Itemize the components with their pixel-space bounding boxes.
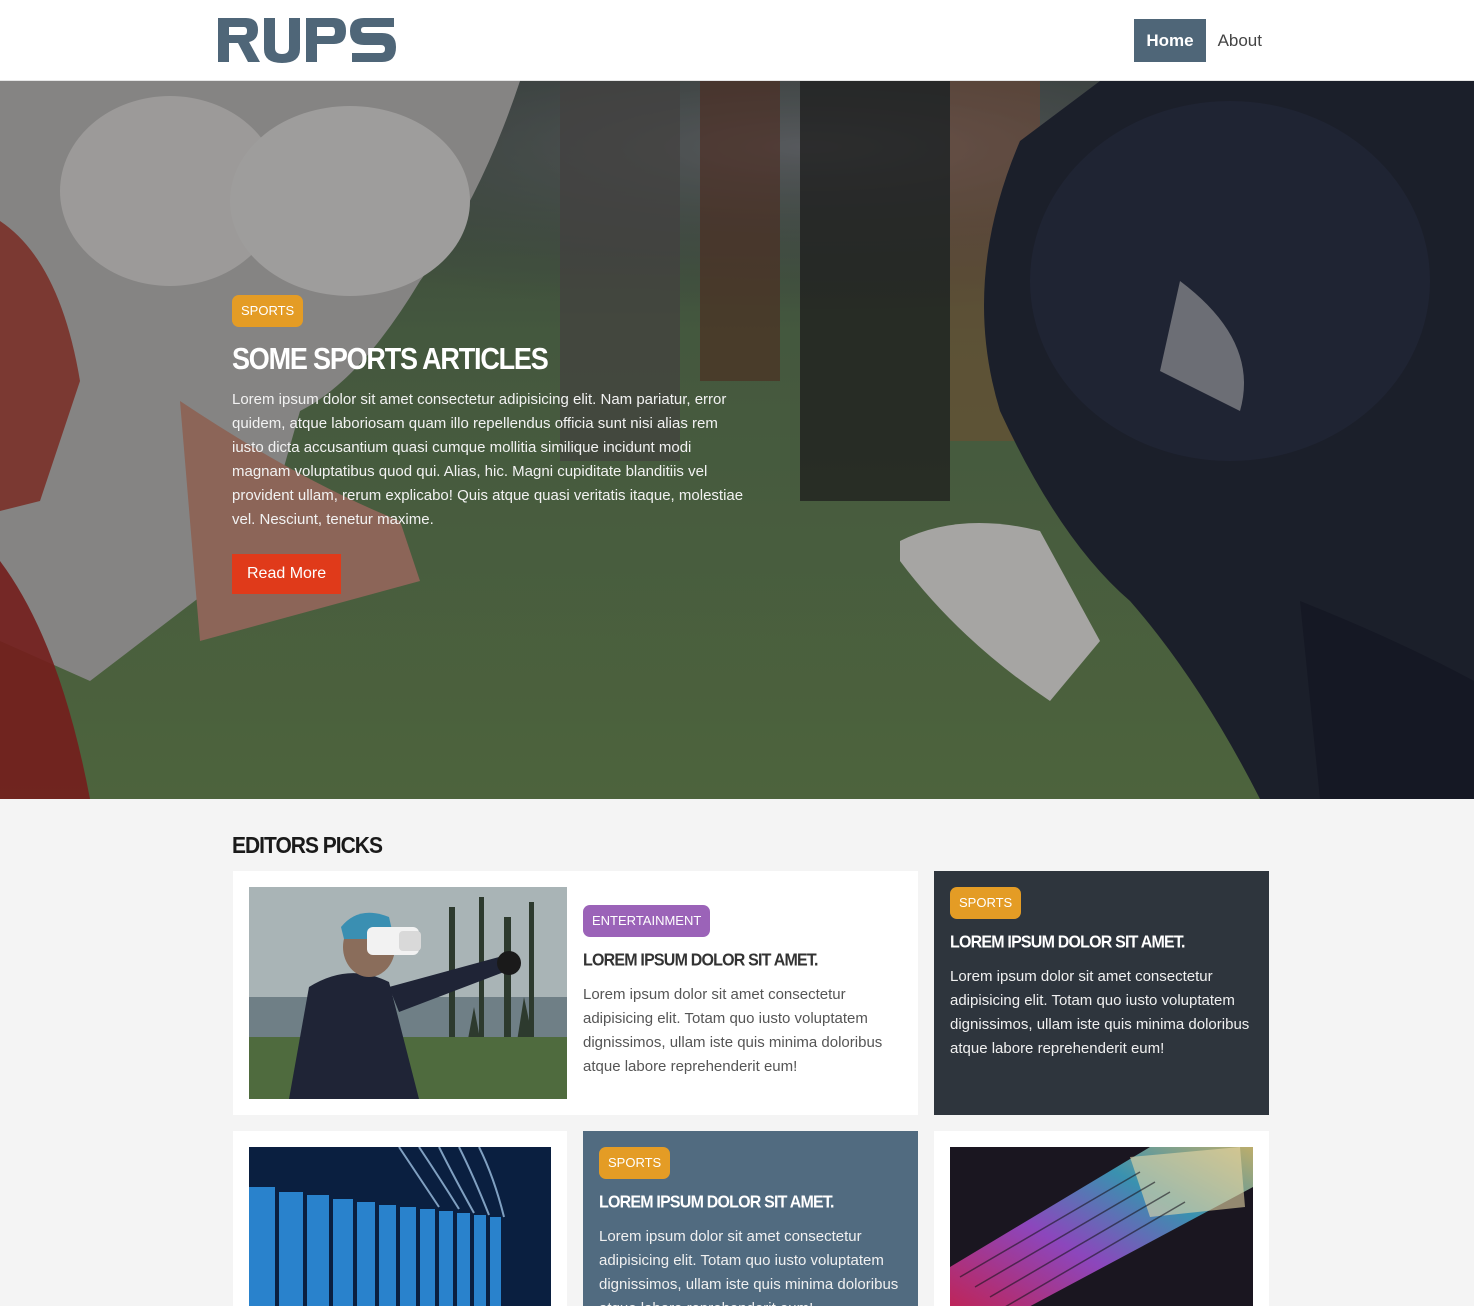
hero-section: SPORTS Some Sports Articles Lorem ipsum … <box>0 81 1474 799</box>
pick-card-title[interactable]: Lorem ipsum dolor sit amet. <box>950 931 1255 955</box>
pick-card-server[interactable] <box>233 1131 567 1306</box>
site-header: Home About <box>0 0 1474 81</box>
entertainment-badge[interactable]: ENTERTAINMENT <box>583 905 711 937</box>
nav-home[interactable]: Home <box>1134 19 1206 62</box>
pick-card-laptop[interactable] <box>934 1131 1269 1306</box>
pick-card-text: Lorem ipsum dolor sit amet consectetur a… <box>599 1228 899 1306</box>
pick-card-title[interactable]: Lorem ipsum dolor sit amet. <box>583 949 903 973</box>
pick-card-body: SPORTS Lorem ipsum dolor sit amet. Lorem… <box>599 1147 904 1306</box>
pick-card-sports-dark[interactable]: SPORTS Lorem ipsum dolor sit amet. Lorem… <box>934 871 1269 1115</box>
read-more-button[interactable]: Read More <box>232 554 342 594</box>
pick-card-text: Lorem ipsum dolor sit amet consectetur a… <box>950 968 1250 1057</box>
rups-logo[interactable] <box>216 12 398 68</box>
pick-card-body: ENTERTAINMENT Lorem ipsum dolor sit amet… <box>583 905 903 1079</box>
pick-card-title[interactable]: Lorem ipsum dolor sit amet. <box>599 1191 904 1215</box>
hero-title: Some Sports Articles <box>232 342 549 376</box>
editors-picks-title: Editors Picks <box>232 833 383 859</box>
vr-headset-image[interactable] <box>249 887 567 1099</box>
sports-badge[interactable]: SPORTS <box>599 1147 671 1179</box>
hero-category-badge[interactable]: SPORTS <box>232 295 304 327</box>
hero-text: Lorem ipsum dolor sit amet consectetur a… <box>232 391 744 528</box>
pick-card-body: SPORTS Lorem ipsum dolor sit amet. Lorem… <box>950 887 1255 1061</box>
main-nav: Home About <box>1134 19 1274 62</box>
hero-content: SPORTS Some Sports Articles Lorem ipsum … <box>232 295 752 594</box>
nav-about[interactable]: About <box>1206 19 1274 62</box>
laptop-keyboard-image[interactable] <box>950 1147 1253 1306</box>
server-rack-image[interactable] <box>249 1147 551 1306</box>
pick-card-entertainment[interactable]: ENTERTAINMENT Lorem ipsum dolor sit amet… <box>233 871 918 1115</box>
pick-card-sports-slate[interactable]: SPORTS Lorem ipsum dolor sit amet. Lorem… <box>583 1131 918 1306</box>
pick-card-text: Lorem ipsum dolor sit amet consectetur a… <box>583 986 883 1075</box>
sports-badge[interactable]: SPORTS <box>950 887 1022 919</box>
